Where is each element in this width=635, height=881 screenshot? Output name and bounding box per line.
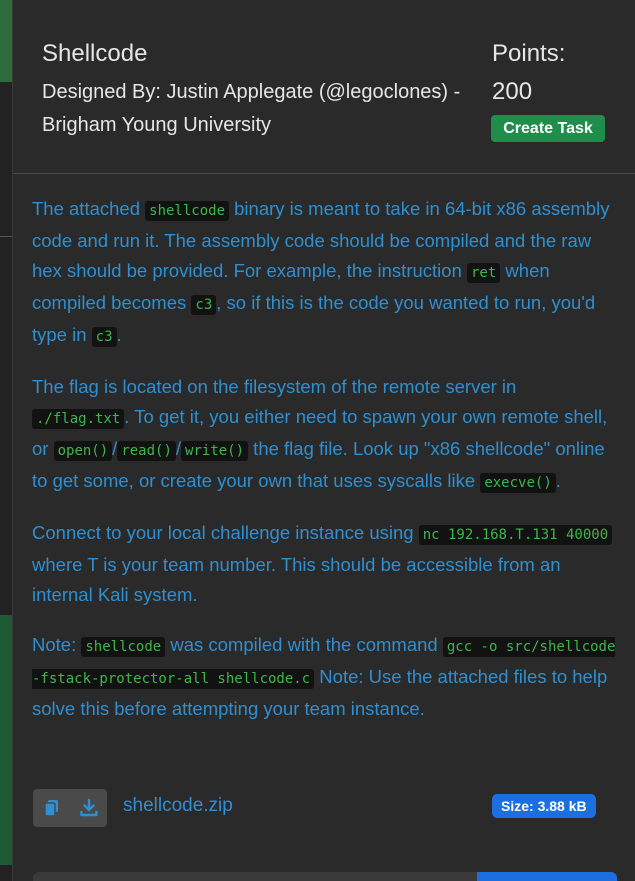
points-value: 200 [492, 78, 533, 105]
challenge-description: The attached shellcode binary is meant t… [32, 194, 617, 744]
challenge-modal: Shellcode Designed By: Justin Applegate … [12, 0, 635, 881]
inline-code: shellcode [145, 201, 229, 221]
inline-code: shellcode [81, 637, 166, 657]
inline-code: ret [467, 263, 501, 283]
inline-code: open() [53, 441, 113, 461]
inline-code: read() [117, 441, 176, 461]
description-paragraph-4: Note: shellcode was compiled with the co… [32, 634, 616, 719]
background-nav-fragment [0, 0, 12, 82]
description-paragraph-1: The attached shellcode binary is meant t… [32, 198, 610, 347]
attachment-row: shellcode.zip Size: 3.88 kB [33, 789, 608, 827]
inline-code: nc 192.168.T.131 40000 [418, 525, 613, 545]
flag-input[interactable] [33, 872, 477, 881]
inline-code: write() [181, 441, 249, 461]
inline-code: execve() [480, 473, 556, 493]
attachment-actions [33, 789, 107, 827]
submit-button[interactable] [477, 872, 617, 881]
inline-code: c3 [191, 295, 217, 315]
create-task-button[interactable]: Create Task [491, 115, 605, 142]
background-card-fragment [0, 615, 12, 865]
modal-header: Shellcode Designed By: Justin Applegate … [13, 0, 635, 174]
attachment-link[interactable]: shellcode.zip [123, 795, 233, 817]
description-paragraph-2: The flag is located on the filesystem of… [32, 376, 608, 493]
description-paragraph-3: Connect to your local challenge instance… [32, 518, 617, 610]
background-divider [0, 236, 12, 237]
challenge-designer: Designed By: Justin Applegate (@legoclon… [42, 81, 461, 136]
copy-icon[interactable] [33, 789, 70, 827]
inline-code: c3 [91, 327, 117, 347]
download-icon[interactable] [70, 789, 107, 827]
inline-code: ./flag.txt [32, 409, 125, 429]
challenge-title: Shellcode [42, 40, 148, 67]
points-label: Points: [492, 40, 566, 67]
file-size-badge: Size: 3.88 kB [492, 794, 596, 818]
